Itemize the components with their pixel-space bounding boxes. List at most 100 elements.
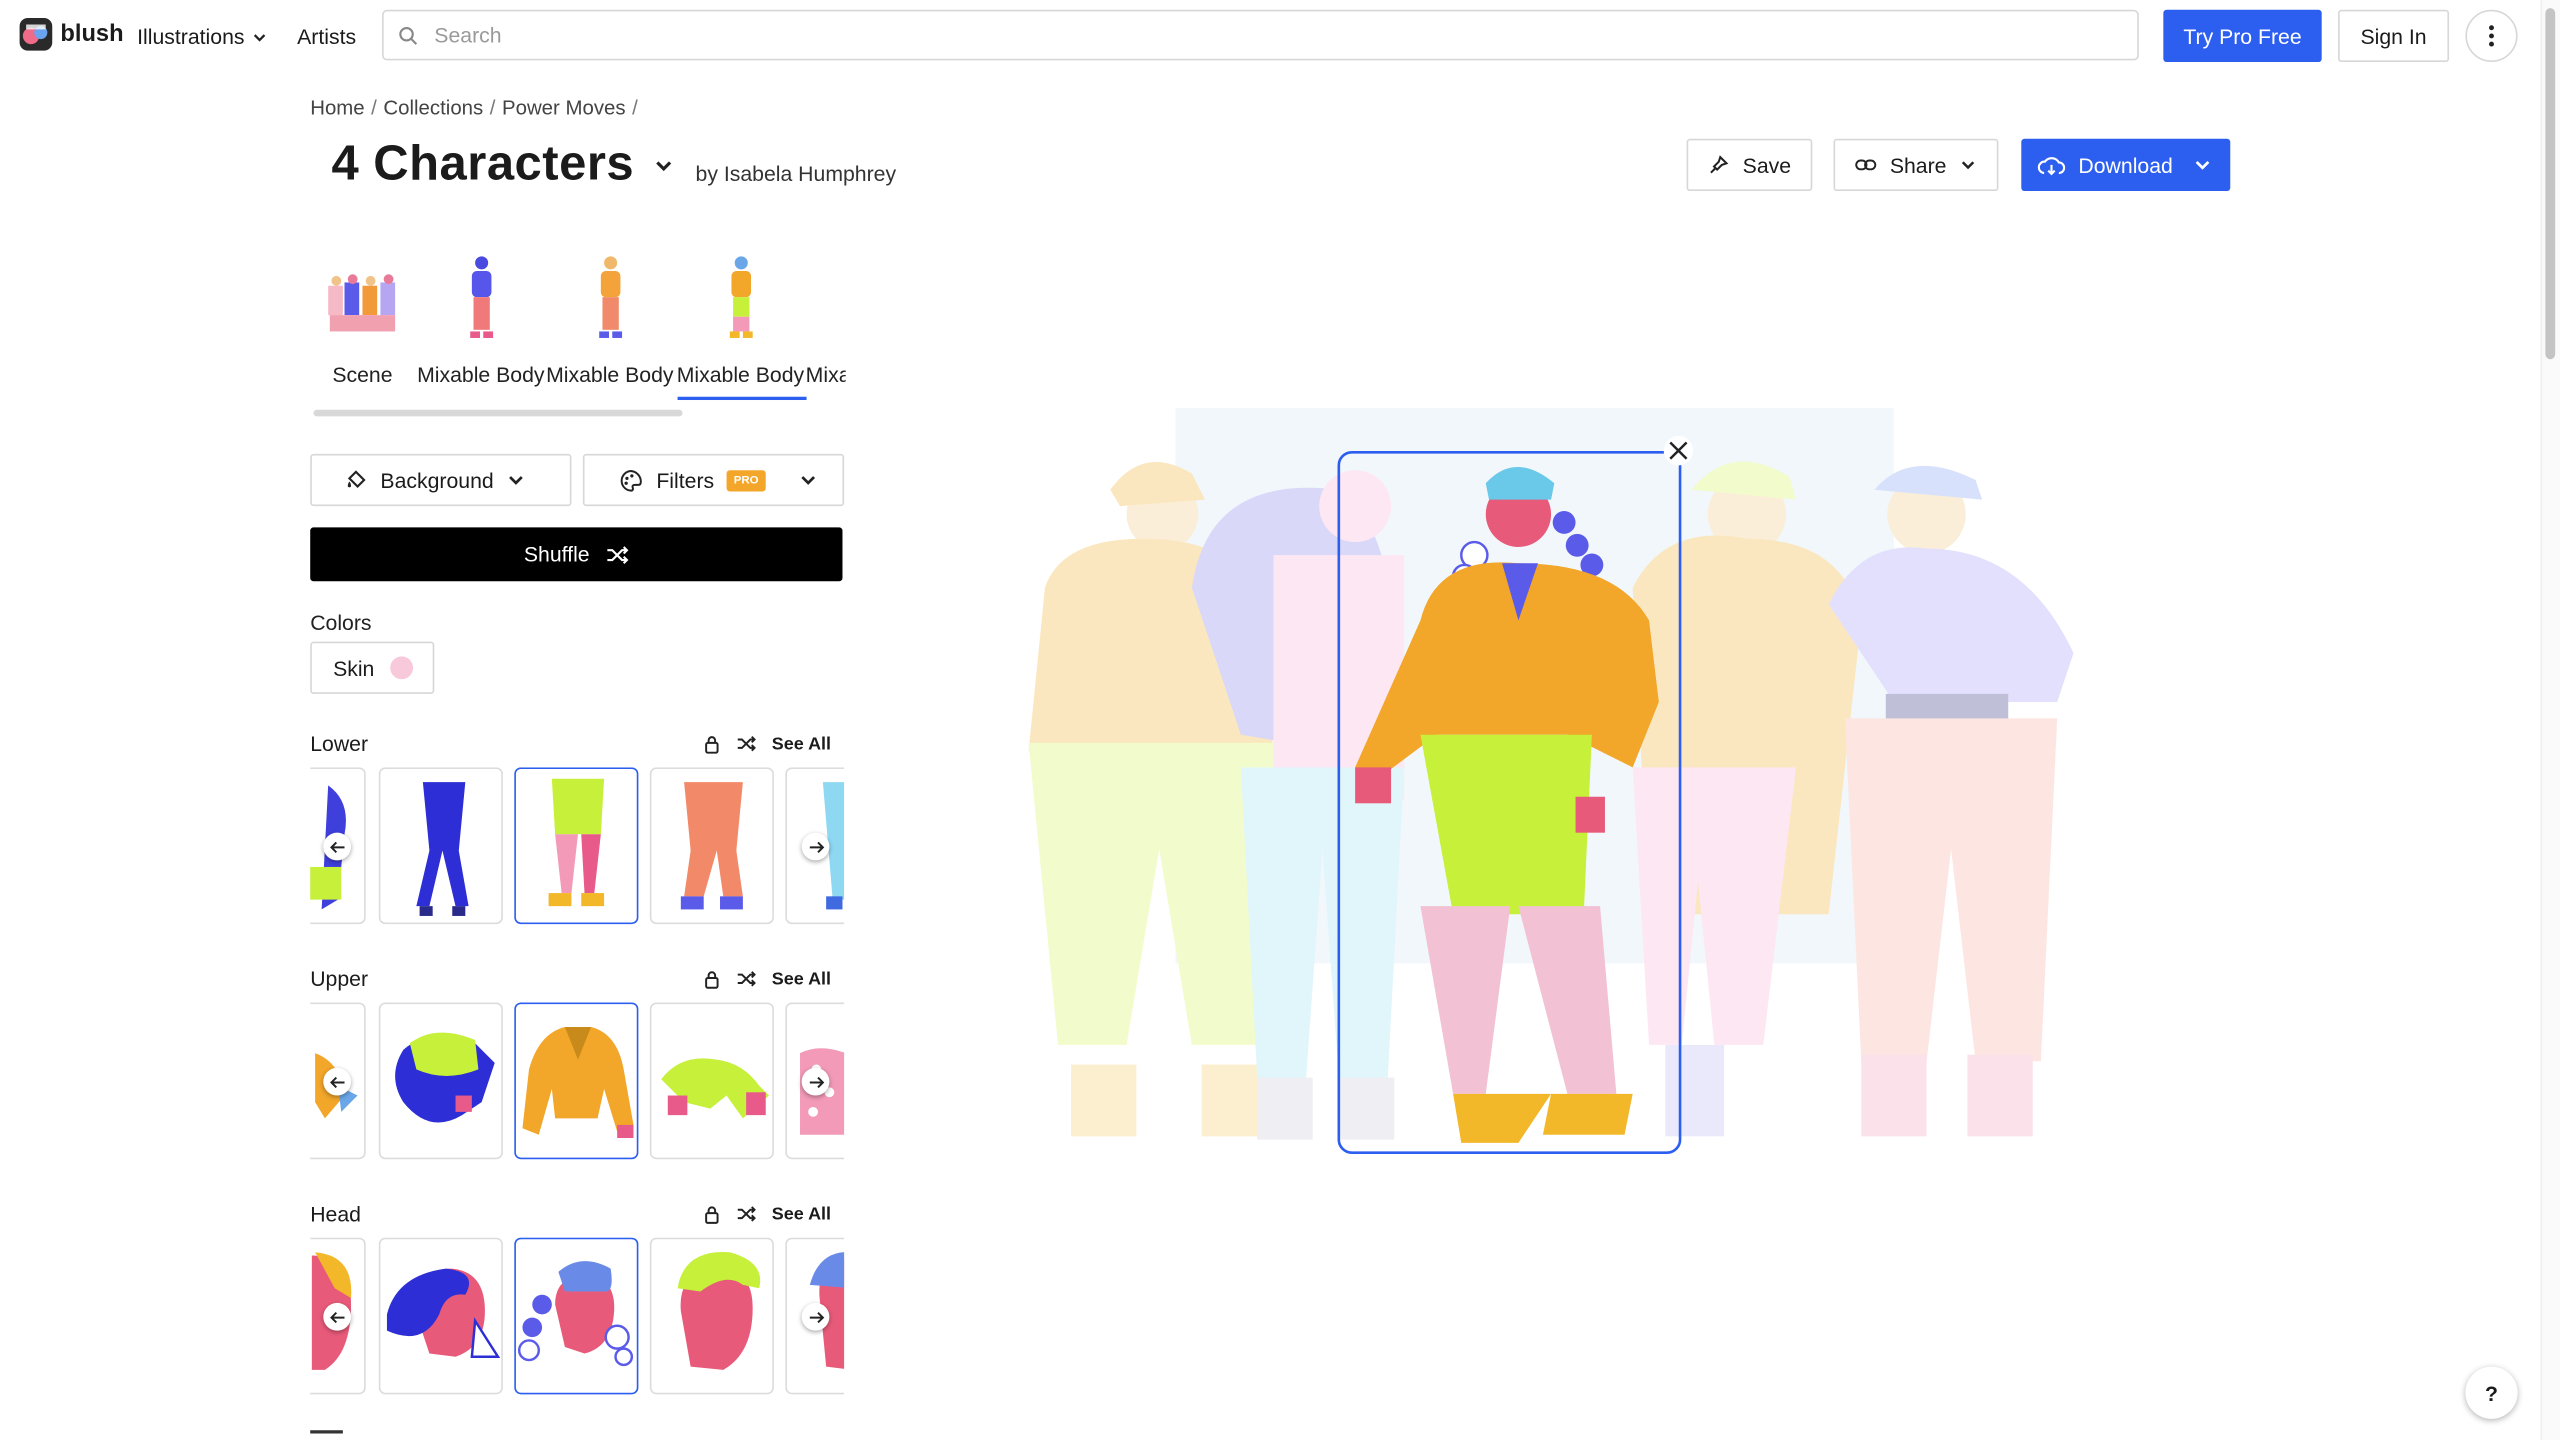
- head-see-all-link[interactable]: See All: [772, 1204, 831, 1224]
- head-heading: Head: [310, 1201, 361, 1227]
- lower-option-selected[interactable]: [514, 767, 639, 925]
- head-next-arrow[interactable]: [801, 1302, 830, 1331]
- lower-prev-arrow[interactable]: [323, 832, 352, 861]
- page-scrollbar-thumb[interactable]: [2545, 8, 2556, 360]
- breadcrumb-collections[interactable]: Collections: [383, 96, 483, 119]
- upper-option-selected[interactable]: [514, 1002, 639, 1160]
- tab-label: Mixable Body: [805, 362, 846, 387]
- nav-illustrations-label: Illustrations: [137, 24, 245, 49]
- tabs-scrollbar[interactable]: [313, 409, 683, 417]
- scene-thumbnail: [328, 274, 396, 332]
- more-options-button[interactable]: [2465, 9, 2518, 63]
- paint-bucket-icon: [347, 470, 366, 489]
- shuffle-icon: [607, 545, 629, 564]
- page-title-text: 4 Characters: [331, 137, 635, 192]
- arrow-right-icon: [809, 1076, 824, 1088]
- pin-icon: [1710, 155, 1729, 174]
- author-byline[interactable]: by Isabela Humphrey: [696, 162, 897, 186]
- illustration-canvas[interactable]: [980, 392, 2123, 1176]
- upper-option[interactable]: [649, 1002, 774, 1160]
- arrow-left-icon: [329, 1311, 344, 1323]
- head-carousel: [310, 1237, 845, 1398]
- upper-carousel: [310, 1002, 845, 1162]
- download-label: Download: [2078, 152, 2173, 178]
- variant-tabs: Scene Mixable Body Mixable Body Mixable …: [310, 245, 846, 408]
- brand-logo[interactable]: blush: [19, 17, 124, 51]
- arrow-left-icon: [329, 1076, 344, 1088]
- download-button[interactable]: Download: [2021, 138, 2231, 192]
- shuffle-icon[interactable]: [736, 735, 756, 753]
- upper-see-all-link[interactable]: See All: [772, 969, 831, 989]
- save-label: Save: [1742, 152, 1792, 178]
- help-button[interactable]: ?: [2465, 1366, 2518, 1419]
- sign-in-button[interactable]: Sign In: [2338, 9, 2450, 63]
- chevron-down-icon: [656, 160, 672, 171]
- character-thumbnail: [598, 256, 622, 338]
- colors-heading: Colors: [310, 610, 372, 636]
- tab-mixable-body-1[interactable]: Mixable Body: [416, 253, 545, 400]
- lock-icon[interactable]: [703, 969, 719, 989]
- nav-artists[interactable]: Artists: [297, 24, 356, 48]
- breadcrumb-home[interactable]: Home: [310, 96, 364, 119]
- search-input[interactable]: [431, 21, 2071, 49]
- chevron-down-icon: [2195, 160, 2210, 170]
- tab-label: Mixable Body: [676, 362, 805, 387]
- tab-mixable-body-4[interactable]: Mixable Body: [805, 253, 846, 400]
- skin-label: Skin: [333, 655, 375, 681]
- shuffle-icon[interactable]: [736, 970, 756, 988]
- lower-option[interactable]: [378, 767, 503, 925]
- breadcrumb: Home / Collections / Power Moves /: [310, 96, 638, 120]
- lock-icon[interactable]: [703, 734, 719, 754]
- tab-mixable-body-3[interactable]: Mixable Body: [676, 253, 805, 400]
- skin-swatch: [390, 656, 414, 680]
- upper-row-header: Upper See All: [310, 967, 842, 991]
- upper-next-arrow[interactable]: [801, 1067, 830, 1096]
- lower-see-all-link[interactable]: See All: [772, 734, 831, 754]
- lock-icon[interactable]: [703, 1204, 719, 1224]
- upper-option[interactable]: [378, 1002, 503, 1160]
- active-tab-indicator: [677, 396, 807, 401]
- head-prev-arrow[interactable]: [323, 1302, 352, 1331]
- nav-illustrations[interactable]: Illustrations: [137, 24, 267, 49]
- blush-logo-icon: [19, 17, 53, 51]
- link-icon: [1855, 159, 1877, 171]
- upper-prev-arrow[interactable]: [323, 1067, 352, 1096]
- shuffle-icon[interactable]: [736, 1205, 756, 1223]
- lower-heading: Lower: [310, 731, 369, 756]
- chevron-down-icon: [1962, 161, 1975, 170]
- chevron-down-icon: [800, 476, 815, 485]
- skin-color-picker[interactable]: Skin: [310, 641, 435, 694]
- lower-carousel: [310, 767, 845, 927]
- lower-next-arrow[interactable]: [801, 832, 830, 861]
- page-title[interactable]: 4 Characters: [331, 137, 674, 193]
- pro-badge: PRO: [727, 469, 766, 491]
- search-bar[interactable]: [382, 9, 2139, 61]
- head-row-header: Head See All: [310, 1202, 842, 1226]
- arrow-left-icon: [329, 840, 344, 853]
- nav-artists-label: Artists: [297, 24, 357, 49]
- head-option[interactable]: [649, 1237, 774, 1395]
- arrow-right-icon: [809, 1311, 824, 1323]
- tab-mixable-body-2[interactable]: Mixable Body: [545, 253, 674, 400]
- head-option[interactable]: [378, 1237, 503, 1395]
- lower-option[interactable]: [649, 767, 774, 925]
- upper-heading: Upper: [310, 966, 369, 992]
- chevron-down-icon: [253, 33, 265, 41]
- shuffle-button[interactable]: Shuffle: [310, 527, 843, 582]
- filters-dropdown[interactable]: Filters PRO: [582, 453, 845, 507]
- arrow-right-icon: [809, 840, 824, 853]
- try-pro-button[interactable]: Try Pro Free: [2163, 9, 2322, 63]
- cloud-download-icon: [2037, 156, 2066, 175]
- save-button[interactable]: Save: [1686, 138, 1813, 192]
- shuffle-label: Shuffle: [523, 542, 590, 567]
- brand-name: blush: [60, 21, 124, 48]
- tab-scene[interactable]: Scene: [310, 253, 414, 400]
- background-label: Background: [380, 467, 494, 493]
- tab-label: Scene: [332, 362, 393, 387]
- background-dropdown[interactable]: Background: [310, 453, 572, 507]
- share-button[interactable]: Share: [1833, 138, 1999, 192]
- character-thumbnail: [469, 256, 493, 338]
- head-option-selected[interactable]: [514, 1237, 639, 1395]
- more-vertical-icon: [2489, 25, 2494, 47]
- breadcrumb-power-moves[interactable]: Power Moves: [502, 96, 626, 119]
